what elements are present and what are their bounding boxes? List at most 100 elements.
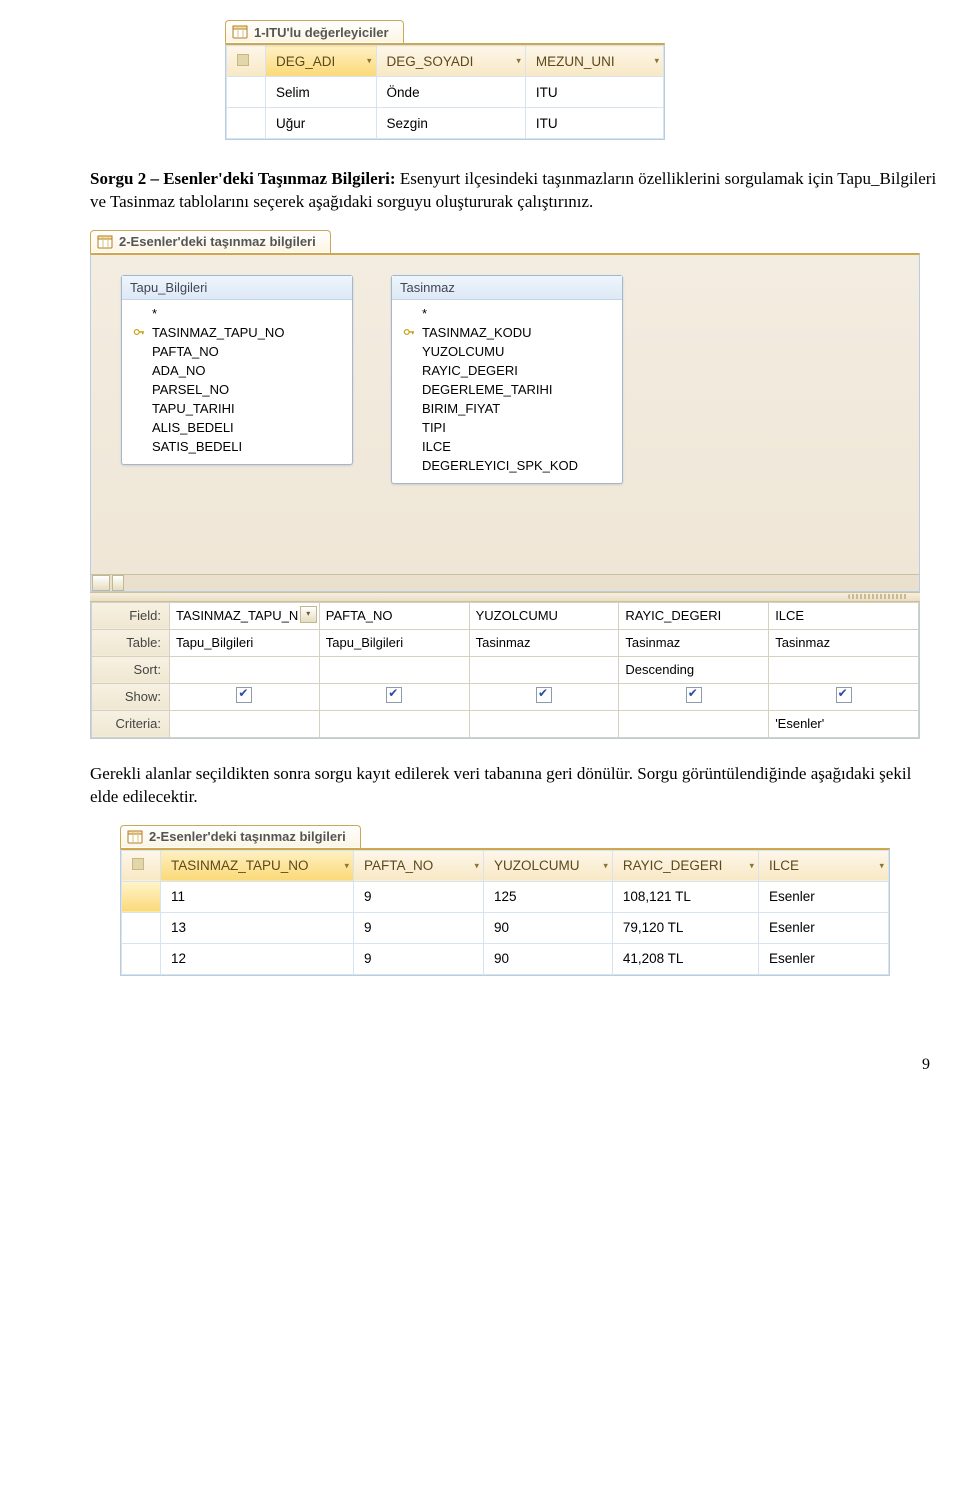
cell[interactable]: Esenler bbox=[759, 881, 889, 912]
table-row[interactable]: 119125108,121 TLEsenler bbox=[122, 881, 889, 912]
row-selector[interactable] bbox=[227, 77, 266, 108]
cornerbox[interactable] bbox=[227, 46, 266, 77]
qbe-sort[interactable] bbox=[170, 656, 320, 683]
cornerbox[interactable] bbox=[122, 850, 161, 881]
splitter[interactable] bbox=[90, 592, 920, 602]
qbe-table[interactable]: Tasinmaz bbox=[469, 629, 619, 656]
qbe-show[interactable] bbox=[170, 683, 320, 710]
row-selector[interactable] bbox=[122, 943, 161, 974]
col-header[interactable]: DEG_ADI▾ bbox=[266, 46, 377, 77]
table-row[interactable]: Uğur Sezgin ITU bbox=[227, 108, 664, 139]
cell[interactable]: 11 bbox=[161, 881, 354, 912]
cell[interactable]: 90 bbox=[483, 912, 612, 943]
qbe-show[interactable] bbox=[319, 683, 469, 710]
chevron-down-icon[interactable]: ▾ bbox=[344, 860, 349, 871]
col-header[interactable]: PAFTA_NO▾ bbox=[353, 850, 483, 881]
chevron-down-icon[interactable]: ▾ bbox=[749, 860, 754, 871]
checkbox-icon[interactable] bbox=[236, 687, 252, 703]
cell[interactable]: 79,120 TL bbox=[612, 912, 758, 943]
qbe-criteria[interactable] bbox=[469, 710, 619, 737]
qbe-show[interactable] bbox=[469, 683, 619, 710]
field-row[interactable]: DEGERLEYICI_SPK_KOD bbox=[394, 456, 620, 475]
cell[interactable]: 41,208 TL bbox=[612, 943, 758, 974]
field-row[interactable]: TASINMAZ_KODU bbox=[394, 323, 620, 342]
dropdown-icon[interactable]: ▾ bbox=[300, 606, 317, 623]
cell[interactable]: Uğur bbox=[266, 108, 377, 139]
field-row[interactable]: ALIS_BEDELI bbox=[124, 418, 350, 437]
qbe-show[interactable] bbox=[769, 683, 919, 710]
field-row[interactable]: BIRIM_FIYAT bbox=[394, 399, 620, 418]
field-row[interactable]: * bbox=[124, 304, 350, 323]
qbe-criteria[interactable]: 'Esenler' bbox=[769, 710, 919, 737]
cell[interactable]: 9 bbox=[353, 881, 483, 912]
field-row[interactable]: TASINMAZ_TAPU_NO bbox=[124, 323, 350, 342]
field-row[interactable]: TAPU_TARIHI bbox=[124, 399, 350, 418]
col-header[interactable]: ILCE▾ bbox=[759, 850, 889, 881]
qbe-sort[interactable]: Descending bbox=[619, 656, 769, 683]
qbe-criteria[interactable] bbox=[170, 710, 320, 737]
qbe-sort[interactable] bbox=[769, 656, 919, 683]
chevron-down-icon[interactable]: ▾ bbox=[474, 860, 479, 871]
cell[interactable]: 12 bbox=[161, 943, 354, 974]
qbe-field[interactable]: TASINMAZ_TAPU_N▾ bbox=[170, 602, 320, 629]
cell[interactable]: 9 bbox=[353, 912, 483, 943]
qbe-table[interactable]: Tapu_Bilgileri bbox=[319, 629, 469, 656]
row-selector[interactable] bbox=[122, 881, 161, 912]
table-box-tasinmaz[interactable]: Tasinmaz *TASINMAZ_KODUYUZOLCUMURAYIC_DE… bbox=[391, 275, 623, 484]
chevron-down-icon[interactable]: ▾ bbox=[654, 56, 659, 67]
tab-top-grid[interactable]: 1-ITU'lu değerleyiciler bbox=[225, 20, 404, 43]
table-row[interactable]: 1299041,208 TLEsenler bbox=[122, 943, 889, 974]
cell[interactable]: 125 bbox=[483, 881, 612, 912]
table-row[interactable]: Selim Önde ITU bbox=[227, 77, 664, 108]
tab-result[interactable]: 2-Esenler'deki taşınmaz bilgileri bbox=[120, 825, 361, 848]
chevron-down-icon[interactable]: ▾ bbox=[516, 56, 521, 67]
cell[interactable]: 108,121 TL bbox=[612, 881, 758, 912]
qbe-table[interactable]: Tasinmaz bbox=[619, 629, 769, 656]
cell[interactable]: Önde bbox=[376, 77, 525, 108]
checkbox-icon[interactable] bbox=[836, 687, 852, 703]
qbe-criteria[interactable] bbox=[319, 710, 469, 737]
cell[interactable]: Selim bbox=[266, 77, 377, 108]
checkbox-icon[interactable] bbox=[686, 687, 702, 703]
field-row[interactable]: ILCE bbox=[394, 437, 620, 456]
cell[interactable]: 9 bbox=[353, 943, 483, 974]
tab-design[interactable]: 2-Esenler'deki taşınmaz bilgileri bbox=[90, 230, 331, 253]
qbe-criteria[interactable] bbox=[619, 710, 769, 737]
qbe-field[interactable]: YUZOLCUMU bbox=[469, 602, 619, 629]
checkbox-icon[interactable] bbox=[386, 687, 402, 703]
qbe-sort[interactable] bbox=[319, 656, 469, 683]
field-row[interactable]: * bbox=[394, 304, 620, 323]
field-row[interactable]: TIPI bbox=[394, 418, 620, 437]
field-row[interactable]: ADA_NO bbox=[124, 361, 350, 380]
qbe-field[interactable]: PAFTA_NO bbox=[319, 602, 469, 629]
cell[interactable]: 90 bbox=[483, 943, 612, 974]
chevron-down-icon[interactable]: ▾ bbox=[603, 860, 608, 871]
table-row[interactable]: 1399079,120 TLEsenler bbox=[122, 912, 889, 943]
field-row[interactable]: PARSEL_NO bbox=[124, 380, 350, 399]
col-header[interactable]: MEZUN_UNI▾ bbox=[525, 46, 663, 77]
cell[interactable]: ITU bbox=[525, 108, 663, 139]
scroll-thumb[interactable] bbox=[112, 575, 124, 591]
row-selector[interactable] bbox=[227, 108, 266, 139]
cell[interactable]: Sezgin bbox=[376, 108, 525, 139]
horizontal-scrollbar[interactable] bbox=[91, 574, 919, 591]
qbe-show[interactable] bbox=[619, 683, 769, 710]
row-selector[interactable] bbox=[122, 912, 161, 943]
qbe-field[interactable]: RAYIC_DEGERI bbox=[619, 602, 769, 629]
cell[interactable]: 13 bbox=[161, 912, 354, 943]
col-header[interactable]: TASINMAZ_TAPU_NO▾ bbox=[161, 850, 354, 881]
field-row[interactable]: SATIS_BEDELI bbox=[124, 437, 350, 456]
chevron-down-icon[interactable]: ▾ bbox=[367, 56, 372, 67]
cell[interactable]: ITU bbox=[525, 77, 663, 108]
qbe-sort[interactable] bbox=[469, 656, 619, 683]
field-row[interactable]: DEGERLEME_TARIHI bbox=[394, 380, 620, 399]
col-header[interactable]: DEG_SOYADI▾ bbox=[376, 46, 525, 77]
qbe-field[interactable]: ILCE bbox=[769, 602, 919, 629]
scroll-left-icon[interactable] bbox=[92, 575, 110, 591]
field-row[interactable]: YUZOLCUMU bbox=[394, 342, 620, 361]
field-row[interactable]: PAFTA_NO bbox=[124, 342, 350, 361]
checkbox-icon[interactable] bbox=[536, 687, 552, 703]
chevron-down-icon[interactable]: ▾ bbox=[879, 860, 884, 871]
col-header[interactable]: YUZOLCUMU▾ bbox=[483, 850, 612, 881]
qbe-table[interactable]: Tapu_Bilgileri bbox=[170, 629, 320, 656]
